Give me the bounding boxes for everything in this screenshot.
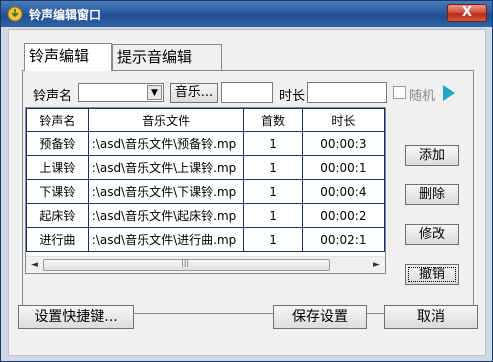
play-icon[interactable] — [443, 85, 455, 101]
tab-panel: 铃声名 ▼ 音乐... 时长 随机 铃声名 音乐文件 首数 时长 预备铃:\a… — [22, 70, 474, 314]
close-button[interactable]: X — [447, 4, 487, 22]
column-header-count[interactable]: 首数 — [243, 108, 303, 132]
cell-music-file: :\asd\音乐文件\上课铃.mp — [87, 155, 245, 180]
add-button[interactable]: 添加 — [405, 145, 459, 166]
title-bar[interactable]: 铃声编辑窗口 X — [1, 1, 492, 27]
column-header-ring-name[interactable]: 铃声名 — [26, 108, 89, 132]
table-row[interactable]: 下课铃 :\asd\音乐文件\下课铃.mp 1 00:00:4 — [26, 179, 385, 204]
ring-name-dropdown[interactable]: ▼ — [78, 83, 164, 102]
cell-count: 1 — [243, 131, 303, 156]
cell-music-file: :\asd\音乐文件\起床铃.mp — [87, 203, 245, 228]
table-row[interactable]: 起床铃 :\asd\音乐文件\起床铃.mp 1 00:00:2 — [26, 203, 385, 228]
scroll-right-icon[interactable]: ► — [368, 257, 385, 273]
window-client: 铃声编辑 提示音编辑 铃声名 ▼ 音乐... 时长 随机 铃声名 音乐文件 首数… — [8, 29, 486, 356]
cell-count: 1 — [243, 203, 303, 228]
cell-music-file: :\asd\音乐文件\下课铃.mp — [87, 179, 245, 204]
ring-name-label: 铃声名 — [33, 89, 73, 104]
save-settings-button[interactable]: 保存设置 — [273, 305, 367, 329]
scroll-thumb[interactable]: ||| — [43, 258, 330, 271]
cell-music-file: :\asd\音乐文件\进行曲.mp — [87, 227, 245, 252]
cell-ring-name: 进行曲 — [26, 227, 89, 252]
horizontal-scrollbar[interactable]: ◄ ||| ► — [26, 256, 385, 273]
tab-prompt-edit[interactable]: 提示音编辑 — [112, 44, 222, 70]
cell-count: 1 — [243, 179, 303, 204]
chevron-down-icon[interactable]: ▼ — [147, 85, 162, 100]
ringtone-table: 铃声名 音乐文件 首数 时长 预备铃 :\asd\音乐文件\预备铃.mp 1 0… — [25, 107, 386, 274]
delete-button[interactable]: 删除 — [405, 184, 459, 205]
app-bell-icon — [7, 6, 23, 22]
cell-duration: 00:00:1 — [301, 155, 385, 180]
scroll-grip-icon: ||| — [181, 258, 190, 267]
cell-ring-name: 下课铃 — [26, 179, 89, 204]
undo-button[interactable]: 撤销 — [405, 264, 459, 285]
table-row[interactable]: 上课铃 :\asd\音乐文件\上课铃.mp 1 00:00:1 — [26, 155, 385, 180]
table-row[interactable]: 预备铃 :\asd\音乐文件\预备铃.mp 1 00:00:3 — [26, 131, 385, 156]
set-shortcut-button[interactable]: 设置快捷键... — [18, 305, 134, 329]
window-title: 铃声编辑窗口 — [29, 8, 102, 22]
column-header-duration[interactable]: 时长 — [301, 108, 385, 132]
duration-field[interactable] — [307, 82, 387, 103]
tab-ringtone-edit[interactable]: 铃声编辑 — [24, 43, 112, 71]
random-checkbox[interactable] — [393, 86, 406, 99]
cell-duration: 00:00:4 — [301, 179, 385, 204]
cell-count: 1 — [243, 155, 303, 180]
cell-duration: 00:00:3 — [301, 131, 385, 156]
cell-ring-name: 起床铃 — [26, 203, 89, 228]
cell-count: 1 — [243, 227, 303, 252]
random-label: 随机 — [409, 89, 436, 104]
scroll-left-icon[interactable]: ◄ — [26, 257, 43, 273]
music-field[interactable] — [221, 82, 273, 103]
table-row[interactable]: 进行曲 :\asd\音乐文件\进行曲.mp 1 00:02:1 — [26, 227, 385, 252]
cell-ring-name: 预备铃 — [26, 131, 89, 156]
ringtone-edit-window: 铃声编辑窗口 X 铃声编辑 提示音编辑 铃声名 ▼ 音乐... 时长 随机 铃声… — [0, 0, 493, 362]
cancel-button[interactable]: 取消 — [384, 305, 478, 329]
cell-ring-name: 上课铃 — [26, 155, 89, 180]
duration-label: 时长 — [279, 89, 306, 104]
modify-button[interactable]: 修改 — [405, 224, 459, 245]
music-button[interactable]: 音乐... — [170, 83, 218, 103]
cell-duration: 00:00:2 — [301, 203, 385, 228]
cell-duration: 00:02:1 — [301, 227, 385, 252]
column-header-music-file[interactable]: 音乐文件 — [87, 108, 245, 132]
cell-music-file: :\asd\音乐文件\预备铃.mp — [87, 131, 245, 156]
